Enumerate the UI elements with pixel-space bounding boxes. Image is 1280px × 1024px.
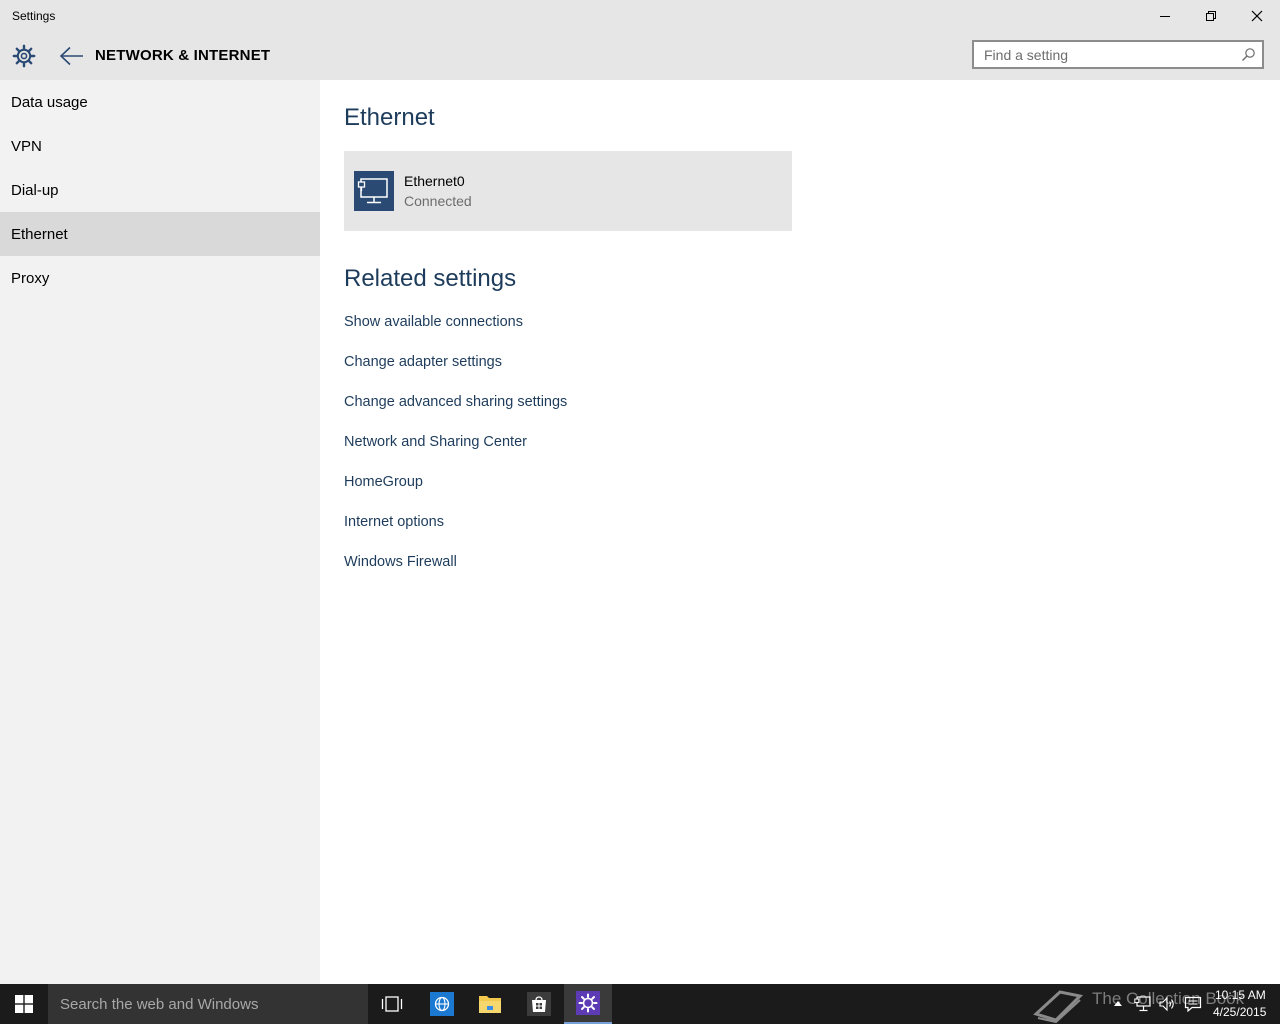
taskbar-store[interactable] xyxy=(515,984,563,1024)
related-settings-heading: Related settings xyxy=(344,265,517,292)
show-hidden-icons-button[interactable] xyxy=(1108,994,1128,1014)
sidebar-item-vpn[interactable]: VPN xyxy=(0,124,320,168)
tray-network[interactable] xyxy=(1133,994,1153,1014)
title-bar: Settings xyxy=(0,0,1280,32)
link-network-and-sharing-center[interactable]: Network and Sharing Center xyxy=(344,434,527,450)
section-heading: Ethernet xyxy=(344,104,435,131)
show-hidden-icons-icon xyxy=(1114,1001,1122,1006)
sidebar-item-proxy[interactable]: Proxy xyxy=(0,256,320,300)
tray-volume[interactable] xyxy=(1157,994,1177,1014)
restore-button[interactable] xyxy=(1188,0,1234,32)
file-explorer-icon xyxy=(479,996,501,1013)
store-icon xyxy=(527,992,551,1016)
taskbar-file-explorer[interactable] xyxy=(466,984,514,1024)
search-icon[interactable] xyxy=(1241,47,1256,67)
tray-action-center[interactable] xyxy=(1183,994,1203,1014)
find-setting-search[interactable] xyxy=(972,40,1264,69)
gear-icon xyxy=(12,44,36,68)
close-icon xyxy=(1251,10,1263,22)
sidebar-item-ethernet[interactable]: Ethernet xyxy=(0,212,320,256)
link-show-available-connections[interactable]: Show available connections xyxy=(344,314,523,330)
minimize-icon xyxy=(1160,16,1170,17)
ethernet-connection-card[interactable]: Ethernet0 Connected xyxy=(344,151,792,231)
back-arrow-icon xyxy=(59,46,83,66)
app-title: Settings xyxy=(12,9,56,23)
settings-home-button[interactable] xyxy=(10,42,38,70)
sidebar-item-data-usage[interactable]: Data usage xyxy=(0,80,320,124)
sidebar-item-dial-up[interactable]: Dial-up xyxy=(0,168,320,212)
link-change-advanced-sharing-settings[interactable]: Change advanced sharing settings xyxy=(344,394,567,410)
ethernet-icon xyxy=(354,171,394,211)
taskbar-search-box[interactable]: Search the web and Windows xyxy=(48,984,368,1024)
settings-icon xyxy=(576,991,600,1015)
start-button[interactable] xyxy=(0,984,48,1024)
link-internet-options[interactable]: Internet options xyxy=(344,514,444,530)
link-change-adapter-settings[interactable]: Change adapter settings xyxy=(344,354,502,370)
internet-explorer-icon xyxy=(430,992,454,1016)
link-homegroup[interactable]: HomeGroup xyxy=(344,474,423,490)
taskbar-search-placeholder: Search the web and Windows xyxy=(60,996,259,1013)
clock-time[interactable]: 10:15 AM xyxy=(1215,988,1266,1002)
back-button[interactable] xyxy=(58,42,86,70)
network-icon xyxy=(1134,996,1151,1012)
task-view-button[interactable] xyxy=(368,984,416,1024)
settings-header: NETWORK & INTERNET xyxy=(0,32,1280,80)
windows-logo-icon xyxy=(15,995,33,1013)
page-title: NETWORK & INTERNET xyxy=(95,47,271,64)
connection-status: Connected xyxy=(404,193,472,209)
sidebar: Data usage VPN Dial-up Ethernet Proxy xyxy=(0,80,320,984)
taskbar-settings[interactable] xyxy=(564,984,612,1024)
taskbar-internet-explorer[interactable] xyxy=(418,984,466,1024)
search-input[interactable] xyxy=(974,42,1244,67)
volume-icon xyxy=(1159,996,1174,1012)
link-windows-firewall[interactable]: Windows Firewall xyxy=(344,554,457,570)
clock-date[interactable]: 4/25/2015 xyxy=(1213,1005,1266,1019)
minimize-button[interactable] xyxy=(1142,0,1188,32)
main-content: Ethernet Ethernet0 Connected Related set… xyxy=(320,80,1280,984)
watermark-book-icon xyxy=(1033,990,1084,1024)
close-button[interactable] xyxy=(1234,0,1280,32)
action-center-icon xyxy=(1184,996,1202,1012)
connection-name: Ethernet0 xyxy=(404,173,465,189)
task-view-icon xyxy=(381,996,403,1012)
taskbar: Search the web and Windows The Collectio… xyxy=(0,984,1280,1024)
restore-icon xyxy=(1206,11,1216,21)
